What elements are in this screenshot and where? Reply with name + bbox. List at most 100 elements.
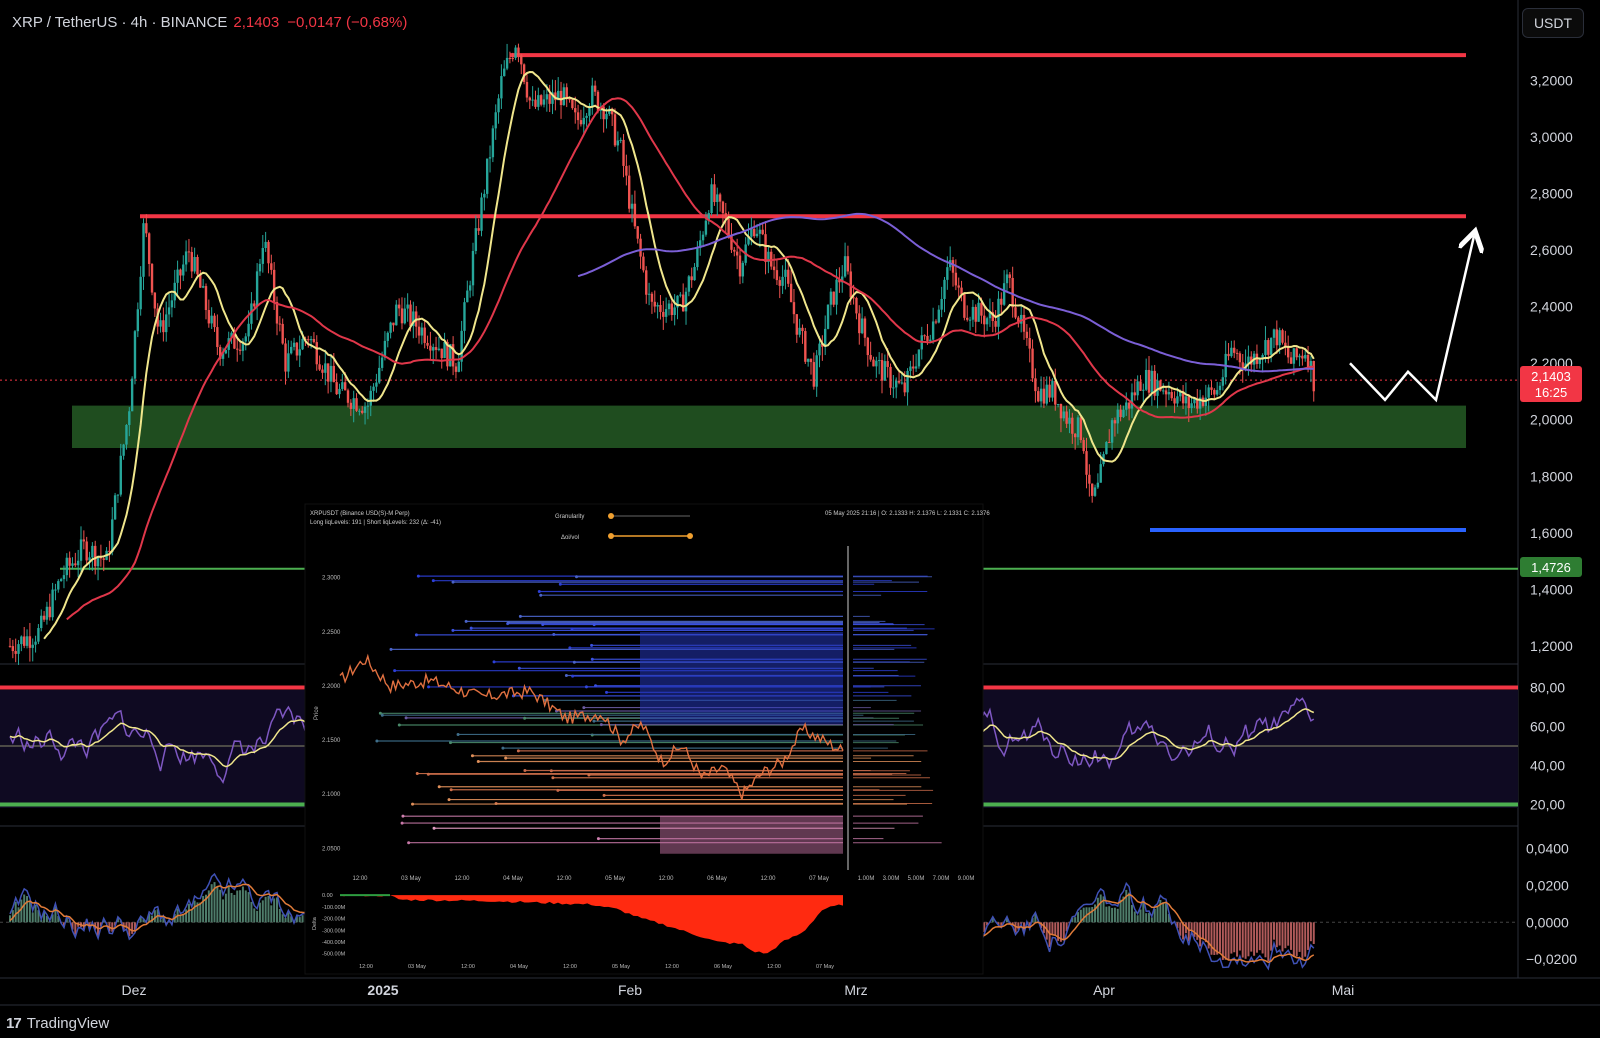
candle	[71, 557, 74, 570]
inset-delta-tick: -500.00M	[322, 952, 346, 958]
liq-marker	[590, 643, 594, 647]
inset-ylabel: Price	[314, 706, 320, 720]
candle	[772, 254, 776, 279]
candle	[1079, 416, 1083, 443]
candle	[645, 266, 648, 304]
candle	[116, 494, 120, 503]
delta-handle-left	[608, 533, 614, 539]
candle	[599, 102, 603, 120]
liq-marker	[416, 574, 420, 578]
candle	[983, 305, 986, 338]
chart-canvas[interactable]: 3,20003,00002,80002,60002,40002,20002,00…	[0, 0, 1600, 1038]
candle	[1218, 382, 1222, 395]
liq-marker	[571, 674, 575, 678]
candle	[298, 335, 301, 368]
candle	[591, 77, 594, 115]
tradingview-brand[interactable]: 17 TradingView	[6, 1015, 109, 1032]
candle	[244, 333, 247, 351]
candle	[869, 341, 872, 362]
candle	[875, 356, 878, 378]
liq-marker	[539, 593, 543, 597]
candle	[954, 259, 958, 291]
liq-marker	[564, 673, 568, 677]
time-tick: Mrz	[844, 982, 867, 998]
candle	[139, 266, 142, 316]
candle	[934, 319, 938, 325]
candle	[892, 374, 895, 398]
candle	[789, 269, 793, 303]
symbol-title: XRP / TetherUS · 4h · BINANCE	[12, 14, 228, 31]
candle	[136, 302, 140, 338]
candle	[863, 316, 867, 347]
osc-tick: 80,00	[1530, 680, 1565, 696]
time-axis[interactable]: Dez 2025 Feb Mrz Apr Mai	[122, 982, 1355, 998]
candle	[832, 291, 835, 308]
candle	[582, 106, 585, 134]
candle	[25, 629, 29, 649]
price-axis[interactable]: 3,20003,00002,80002,60002,40002,20002,00…	[1526, 73, 1577, 968]
candle	[420, 322, 424, 345]
candle	[565, 83, 568, 108]
candle	[1034, 368, 1037, 403]
candle	[201, 278, 205, 289]
candle	[534, 90, 537, 109]
candle	[809, 358, 813, 375]
liq-marker	[393, 669, 397, 673]
inset-title: XRPUSDT (Binance USD(S)-M Perp)	[310, 511, 410, 517]
candle	[846, 245, 850, 275]
candle	[633, 190, 637, 229]
candle	[744, 237, 747, 266]
tradingview-logo-icon: 17	[6, 1015, 22, 1032]
candle	[65, 553, 69, 582]
candle	[74, 552, 77, 568]
candle	[554, 80, 557, 111]
candle	[1090, 483, 1094, 503]
symbol-header[interactable]: XRP / TetherUS · 4h · BINANCE 2,1403 −0,01…	[12, 14, 407, 31]
candle	[1272, 328, 1276, 349]
candle	[386, 331, 389, 348]
current-price-label: 2,1403	[1531, 369, 1571, 384]
inset-price-tick: 2.0500	[322, 846, 341, 852]
inset-time-tick: 12:00	[556, 876, 572, 882]
candle	[1093, 484, 1097, 497]
inset-delta-time-tick: 12:00	[563, 964, 577, 970]
inset-volume-tick: 9.00M	[958, 876, 975, 882]
currency-unit-button[interactable]: USDT	[1522, 8, 1584, 38]
candle	[1005, 269, 1009, 293]
candle	[454, 362, 458, 379]
candle	[392, 322, 395, 332]
time-tick: Dez	[122, 982, 147, 998]
inset-price-tick: 2.1500	[322, 738, 341, 744]
candle	[335, 373, 338, 396]
candle	[505, 43, 509, 71]
candle	[616, 131, 620, 152]
candle	[1147, 356, 1151, 398]
liq-marker	[602, 793, 606, 797]
trading-chart[interactable]: 3,2000 3,0000 2,8000 2,6000 2,4000 2,2000 2,00…	[0, 0, 1600, 1038]
liq-marker	[470, 754, 474, 758]
candle	[480, 192, 483, 237]
liq-marker	[518, 614, 522, 618]
candle	[602, 103, 605, 133]
candle	[667, 299, 671, 316]
liq-marker	[404, 716, 408, 720]
candle	[948, 246, 952, 271]
delta-handle-right	[687, 533, 693, 539]
candle	[216, 314, 219, 356]
inset-time-tick: 06 May	[707, 876, 727, 882]
candle	[968, 316, 972, 331]
inset-price-tick: 2.2000	[322, 684, 341, 690]
candle	[207, 299, 211, 328]
candle	[662, 300, 665, 330]
candle	[653, 290, 656, 313]
price-tick: 1,2000	[1530, 638, 1573, 654]
candle	[403, 297, 407, 325]
candle	[23, 626, 26, 649]
candle	[278, 316, 282, 332]
candle	[525, 73, 529, 103]
candle	[497, 94, 500, 124]
candle	[167, 293, 171, 327]
candle	[781, 265, 784, 294]
inset-delta-tick: -400.00M	[322, 940, 346, 946]
candle	[190, 246, 193, 279]
